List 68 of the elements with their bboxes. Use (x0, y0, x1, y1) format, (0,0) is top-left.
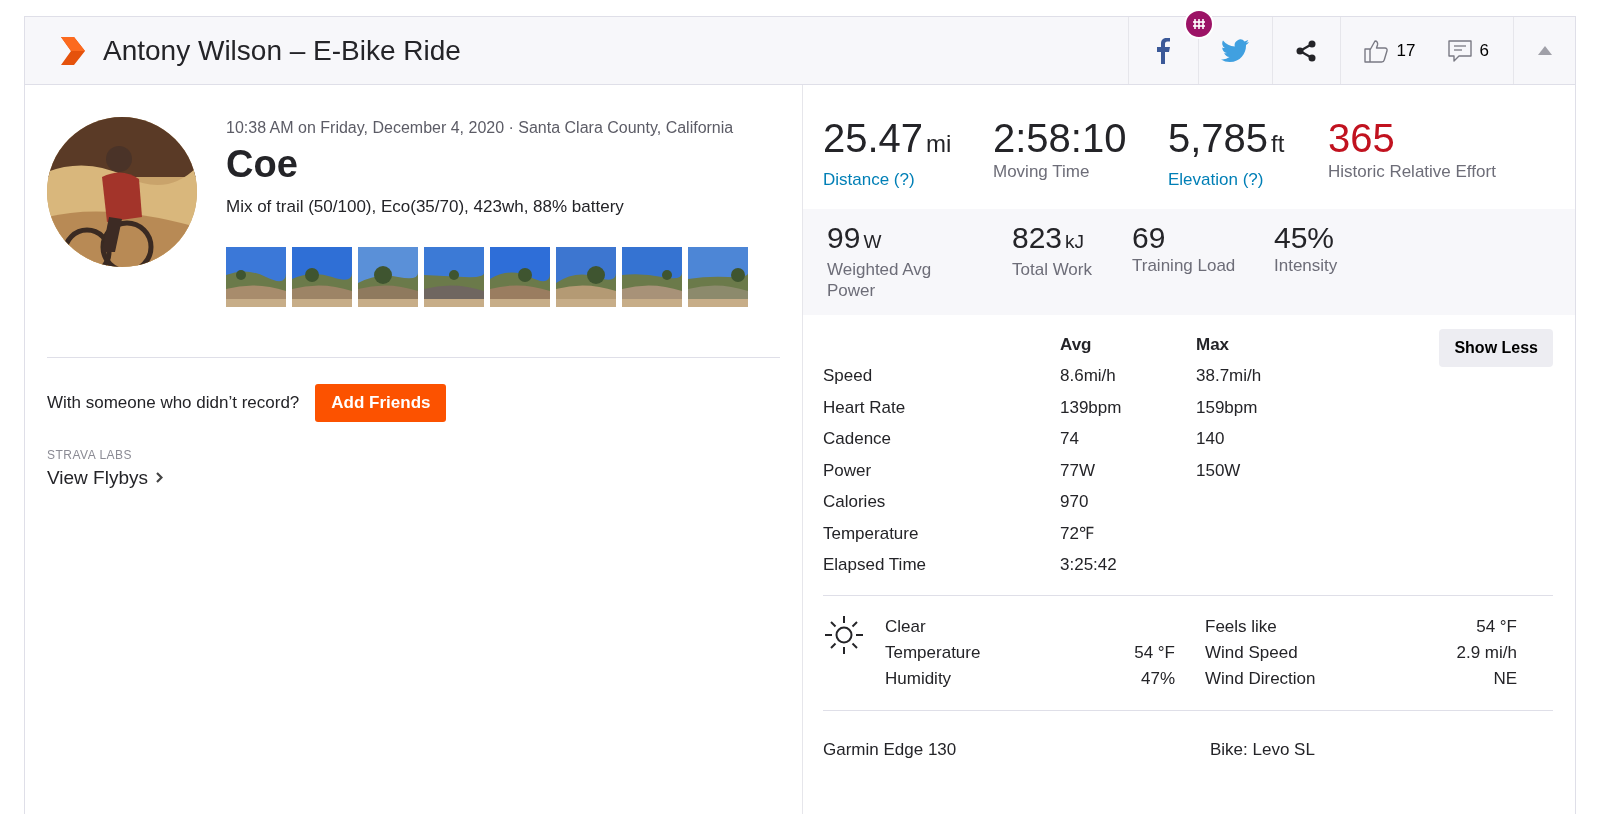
column-header: Max (1196, 333, 1231, 356)
table-cell-text: 77W (1060, 459, 1096, 482)
table-cell-text: 74 (1060, 428, 1080, 450)
weather-label: Wind Direction (1205, 667, 1316, 690)
stat-value: 365 (1328, 115, 1396, 161)
stat-label: Total Work (1012, 258, 1093, 280)
table-cell-text: 139bpm (1060, 396, 1123, 419)
weather-label: Temperature (885, 641, 981, 664)
stat-label: Weighted Avg Power (827, 258, 933, 301)
table-cell-text: 38.7mi/h (1196, 365, 1263, 387)
row-label: Cadence (823, 423, 1060, 455)
caret-up-icon (1537, 46, 1552, 55)
stat-value: 2:58:10 (993, 115, 1128, 161)
table-cell-text: 3:25:42 (1060, 554, 1118, 576)
row-label: Temperature (823, 517, 1060, 549)
stat-value: 25.47 mi (823, 115, 953, 162)
stat-value: 69 (1132, 220, 1167, 255)
facebook-icon (1156, 37, 1171, 64)
row-label: Calories (823, 486, 1060, 518)
table-cell: 8.6mi/h (1060, 360, 1196, 392)
weather-value: 54 °F (1134, 641, 1175, 664)
stat-label: Training Load (1132, 254, 1237, 276)
stat-help-link[interactable]: Distance (?) (823, 169, 915, 190)
table-cell-text: 150W (1196, 459, 1242, 482)
table-cell-text: 72℉ (1060, 522, 1095, 545)
table-cell-text: 970 (1060, 491, 1090, 513)
row-label: Speed (823, 360, 1060, 392)
weather-label: Feels like (1205, 615, 1277, 638)
kudos-button[interactable]: 17 (1362, 37, 1416, 64)
show-less-button[interactable]: Show Less (1439, 328, 1553, 367)
weather-value: 47% (1140, 667, 1175, 690)
stat-label: Historic Relative Effort (1328, 161, 1497, 182)
table-cell-text: 159bpm (1196, 396, 1259, 419)
sun-icon (823, 613, 865, 656)
table-cell-text: 140 (1196, 428, 1226, 450)
weather-value: 54 °F (1476, 615, 1517, 638)
device-name: Garmin Edge 130 (823, 738, 958, 761)
section-label: STRAVA LABS (47, 446, 134, 464)
column-header: Avg (1060, 333, 1093, 356)
weather-value: 2.9 mi/h (1456, 641, 1517, 664)
row-label: Heart Rate (823, 396, 907, 419)
share-icon (1295, 39, 1318, 62)
activity-date-location: 10:38 AM on Friday, December 4, 2020 · Santa Clara County, California (226, 118, 735, 138)
stat-value: 823 kJ (1012, 220, 1086, 256)
comments-button[interactable]: 6 (1447, 37, 1489, 64)
stat-value: 5,785ft (1168, 115, 1286, 162)
comment-icon (1447, 38, 1472, 63)
chevron-right-icon (156, 472, 163, 484)
stat-help-link[interactable]: Elevation (?) (1168, 169, 1264, 190)
activity-description: Mix of trail (50/100), Eco(35/70), 423wh, 88% battery (226, 195, 625, 218)
stat-value: 45% (1274, 220, 1336, 255)
flybys-link[interactable]: View Flybys (47, 463, 163, 493)
weather-label: Wind Speed (1205, 641, 1298, 664)
twitter-icon (1221, 38, 1250, 63)
weather-value: NE (1493, 667, 1517, 690)
stat-label: Moving Time (993, 161, 1091, 182)
extension-badge-icon[interactable] (1184, 9, 1214, 39)
row-label: Elapsed Time (823, 549, 1060, 581)
row-label: Power (823, 454, 1060, 486)
friends-prompt: With someone who didn’t record? (47, 392, 300, 415)
weather-condition: Clear (885, 615, 927, 638)
page-title: Antony Wilson – E-Bike Ride (103, 33, 461, 68)
activity-name: Coe (226, 142, 299, 187)
weather-label: Humidity (885, 667, 952, 690)
stat-label: Intensity (1274, 254, 1339, 276)
stat-value: 99 W (827, 220, 883, 256)
bike-name: Bike: Levo SL (1210, 738, 1315, 761)
thumbs-up-icon (1362, 37, 1389, 64)
